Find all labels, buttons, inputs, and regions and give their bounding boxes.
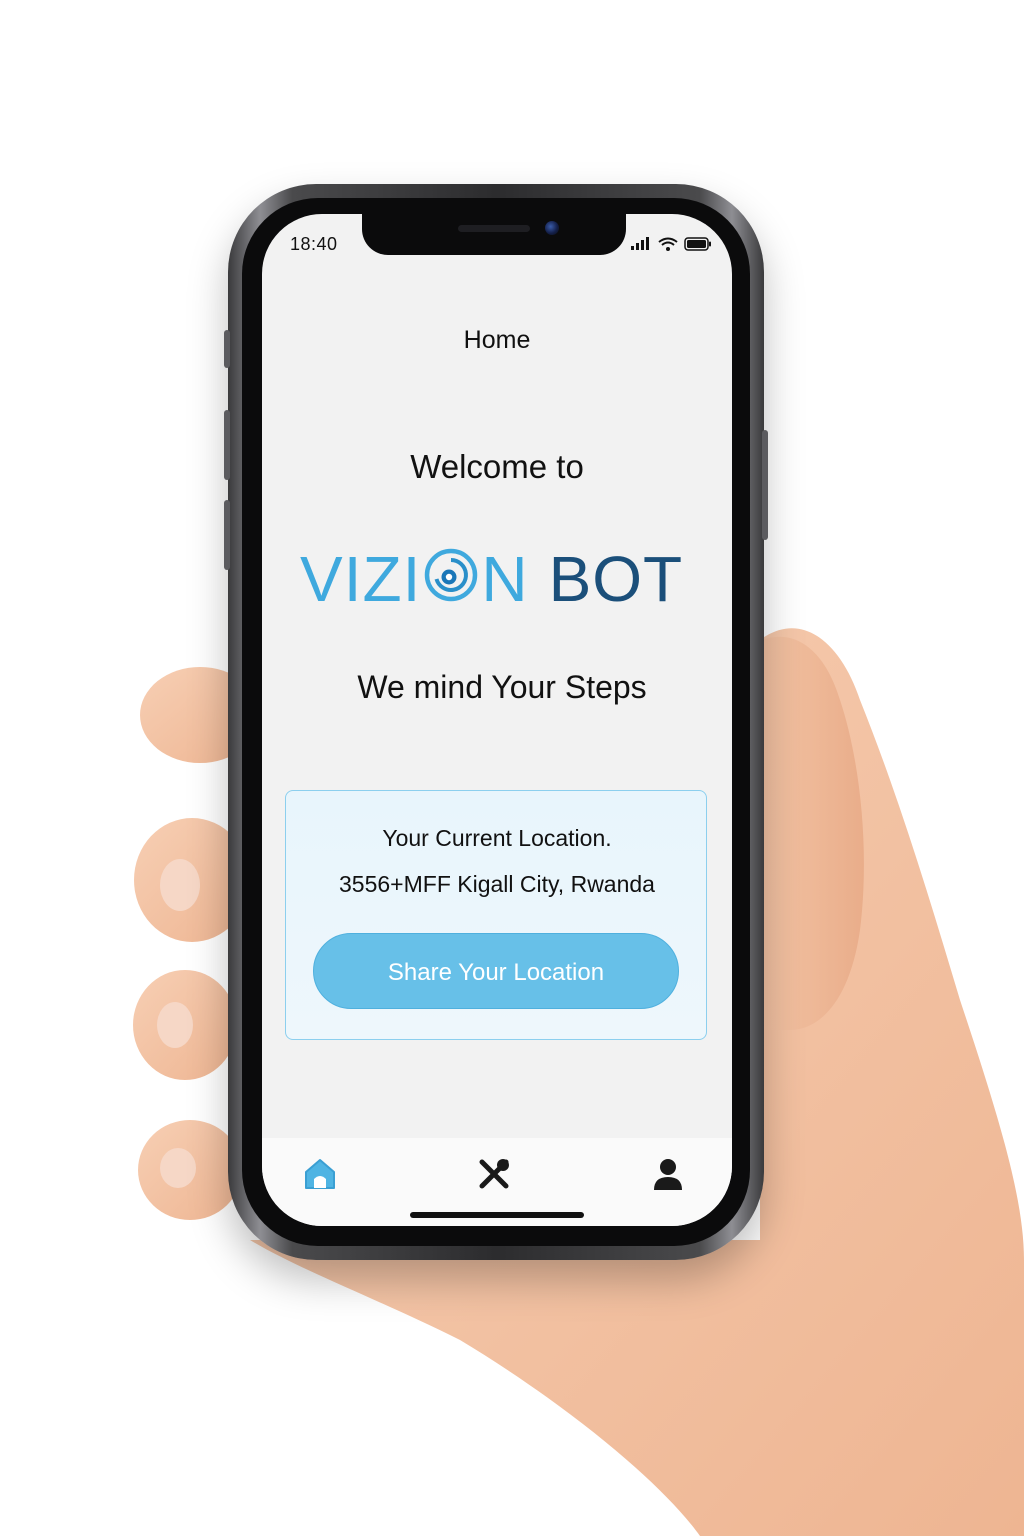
power-button <box>762 430 768 540</box>
tab-home[interactable] <box>300 1154 340 1194</box>
notch <box>362 214 626 255</box>
eye-logo-icon <box>425 548 478 602</box>
tab-profile[interactable] <box>648 1154 688 1194</box>
app-screen: 18:40 Home Welcome to VIZI N BOT We mind… <box>262 214 732 1226</box>
current-location-label: Your Current Location. <box>382 825 612 851</box>
welcome-heading: Welcome to <box>410 448 584 485</box>
speaker-grille <box>458 225 530 232</box>
tagline: We mind Your Steps <box>357 669 647 705</box>
tools-icon <box>479 1159 509 1189</box>
volume-up-button <box>224 410 230 480</box>
location-card: Your Current Location. 3556+MFF Kigall C… <box>285 790 707 1040</box>
front-camera <box>545 221 559 235</box>
volume-down-button <box>224 500 230 570</box>
brand-name-part1: VIZI <box>300 543 422 615</box>
current-location-address: 3556+MFF Kigall City, Rwanda <box>339 871 655 897</box>
mute-switch <box>224 330 230 368</box>
home-icon <box>305 1159 335 1189</box>
status-time: 18:40 <box>290 234 338 254</box>
brand-logo: VIZI N BOT <box>300 544 700 614</box>
brand-name-part1-end: N <box>481 543 529 615</box>
share-location-button[interactable]: Share Your Location <box>313 933 679 1009</box>
battery-icon <box>684 237 711 251</box>
brand-name-part2: BOT <box>548 543 684 615</box>
wifi-icon <box>658 237 678 251</box>
signal-icon <box>631 237 649 250</box>
tab-tools[interactable] <box>474 1154 514 1194</box>
status-icons <box>630 236 712 252</box>
home-indicator[interactable] <box>410 1212 584 1218</box>
page-title: Home <box>463 326 531 354</box>
profile-icon <box>654 1159 682 1190</box>
